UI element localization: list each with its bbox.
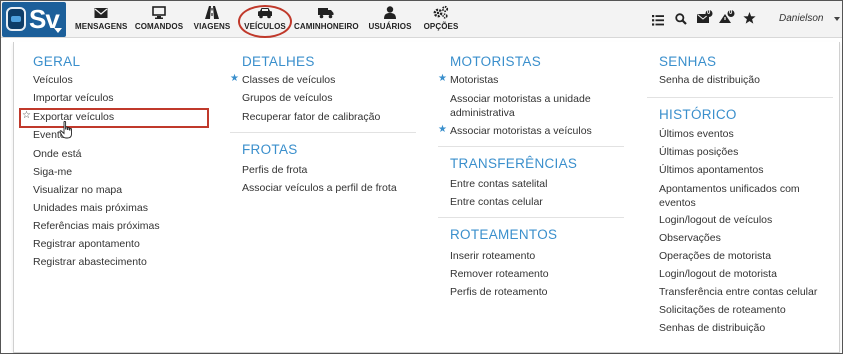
nav-mensagens-label: MENSAGENS (75, 22, 128, 31)
menu-item-grupos-de-veiculos[interactable]: Grupos de veículos (242, 92, 332, 104)
menu-item-apontamentos-unificados-com-eventos[interactable]: Apontamentos unificados com eventos (659, 182, 819, 210)
menu-item-veiculos[interactable]: Veículos (33, 74, 73, 86)
chevron-down-icon (54, 28, 62, 33)
menu-item-login-logout-de-veiculos[interactable]: Login/logout de veículos (659, 214, 772, 226)
divider (438, 146, 624, 147)
menu-item-importar-veiculos[interactable]: Importar veículos (33, 92, 114, 104)
vehicles-mega-menu: GERAL Veículos Importar veículos ☆ Expor… (13, 42, 840, 353)
top-navigation-bar: Sv MENSAGENS COMANDOS VIAGENS VEÍCULOS C… (1, 1, 842, 38)
monitor-icon (134, 1, 184, 21)
star-filled-icon[interactable]: ★ (438, 124, 447, 135)
menu-item-operacoes-de-motorista[interactable]: Operações de motorista (659, 250, 771, 262)
hand-cursor-icon (59, 120, 75, 144)
heading-detalhes: DETALHES (242, 54, 315, 69)
menu-item-ultimos-eventos[interactable]: Últimos eventos (659, 128, 734, 140)
menu-item-senha-de-distribuicao[interactable]: Senha de distribuição (659, 74, 760, 86)
road-icon (191, 1, 233, 21)
nav-opcoes-label: OPÇÕES (423, 22, 459, 31)
menu-item-onde-esta[interactable]: Onde está (33, 148, 81, 160)
menu-item-unidades-mais-proximas[interactable]: Unidades mais próximas (33, 202, 148, 214)
search-icon[interactable] (675, 12, 687, 30)
menu-item-visualizar-no-mapa[interactable]: Visualizar no mapa (33, 184, 122, 196)
menu-item-perfis-de-frota[interactable]: Perfis de frota (242, 164, 307, 176)
menu-item-transferencia-entre-contas-celular[interactable]: Transferência entre contas celular (659, 286, 817, 298)
menu-item-senhas-de-distribuicao[interactable]: Senhas de distribuição (659, 322, 765, 334)
menu-item-entre-contas-celular[interactable]: Entre contas celular (450, 196, 543, 208)
messages-icon[interactable]: 0 (697, 10, 713, 29)
highlight-annotation-box (19, 108, 209, 128)
heading-senhas: SENHAS (659, 54, 717, 69)
logo-icon (6, 7, 26, 31)
menu-item-ultimas-posicoes[interactable]: Últimas posições (659, 146, 738, 158)
menu-item-motoristas[interactable]: Motoristas (450, 74, 498, 86)
heading-roteamentos: ROTEAMENTOS (450, 227, 558, 242)
nav-comandos-label: COMANDOS (134, 22, 184, 31)
alerts-badge: 0 (729, 10, 733, 16)
truck-icon (294, 1, 358, 21)
nav-caminhoneiro-label: CAMINHONEIRO (294, 22, 359, 31)
menu-item-remover-roteamento[interactable]: Remover roteamento (450, 268, 549, 280)
heading-frotas: FROTAS (242, 142, 298, 157)
star-filled-icon[interactable]: ★ (438, 73, 447, 84)
menu-item-ultimos-apontamentos[interactable]: Últimos apontamentos (659, 164, 763, 176)
list-icon[interactable] (652, 13, 664, 31)
nav-comandos[interactable]: COMANDOS (134, 1, 184, 37)
nav-viagens-label: VIAGENS (193, 22, 231, 31)
menu-item-associar-veiculos-a-perfil-de-frota[interactable]: Associar veículos a perfil de frota (242, 182, 397, 194)
gears-icon (421, 1, 461, 21)
star-icon[interactable] (743, 11, 756, 29)
menu-item-inserir-roteamento[interactable]: Inserir roteamento (450, 250, 535, 262)
nav-mensagens[interactable]: MENSAGENS (75, 1, 127, 37)
user-icon (366, 1, 414, 21)
heading-motoristas: MOTORISTAS (450, 54, 542, 69)
messages-badge: 0 (707, 10, 711, 16)
envelope-icon (75, 1, 127, 21)
menu-item-classes-de-veiculos[interactable]: Classes de veículos (242, 74, 335, 86)
heading-historico: HISTÓRICO (659, 107, 737, 122)
app-logo-menu[interactable]: Sv (2, 2, 66, 37)
chevron-down-icon[interactable] (834, 17, 840, 21)
menu-item-siga-me[interactable]: Siga-me (33, 166, 72, 178)
menu-item-entre-contas-satelital[interactable]: Entre contas satelital (450, 178, 547, 190)
username[interactable]: Danielson (779, 13, 823, 24)
nav-viagens[interactable]: VIAGENS (191, 1, 233, 37)
heading-transferencias: TRANSFERÊNCIAS (450, 156, 578, 171)
divider (230, 132, 416, 133)
menu-item-referencias-mais-proximas[interactable]: Referências mais próximas (33, 220, 160, 232)
nav-opcoes[interactable]: OPÇÕES (421, 1, 461, 37)
menu-item-recuperar-fator-de-calibracao[interactable]: Recuperar fator de calibração (242, 111, 380, 123)
menu-item-associar-motoristas-a-veiculos[interactable]: Associar motoristas a veículos (450, 125, 592, 137)
nav-caminhoneiro[interactable]: CAMINHONEIRO (294, 1, 359, 37)
menu-item-registrar-abastecimento[interactable]: Registrar abastecimento (33, 256, 147, 268)
heading-geral: GERAL (33, 54, 81, 69)
nav-usuarios[interactable]: USUÁRIOS (366, 1, 414, 37)
highlight-annotation-oval (238, 5, 292, 38)
menu-item-perfis-de-roteamento[interactable]: Perfis de roteamento (450, 286, 547, 298)
nav-usuarios-label: USUÁRIOS (368, 22, 412, 31)
menu-item-associar-motoristas-a-unidade-administrativa[interactable]: Associar motoristas a unidade administra… (450, 92, 610, 120)
menu-item-solicitacoes-de-roteamento[interactable]: Solicitações de roteamento (659, 304, 786, 316)
menu-item-registrar-apontamento[interactable]: Registrar apontamento (33, 238, 140, 250)
divider (647, 97, 833, 98)
star-filled-icon[interactable]: ★ (230, 73, 239, 84)
menu-item-login-logout-de-motorista[interactable]: Login/logout de motorista (659, 268, 777, 280)
alerts-icon[interactable]: 0 (719, 10, 735, 29)
divider (438, 217, 624, 218)
menu-item-observacoes[interactable]: Observações (659, 232, 721, 244)
